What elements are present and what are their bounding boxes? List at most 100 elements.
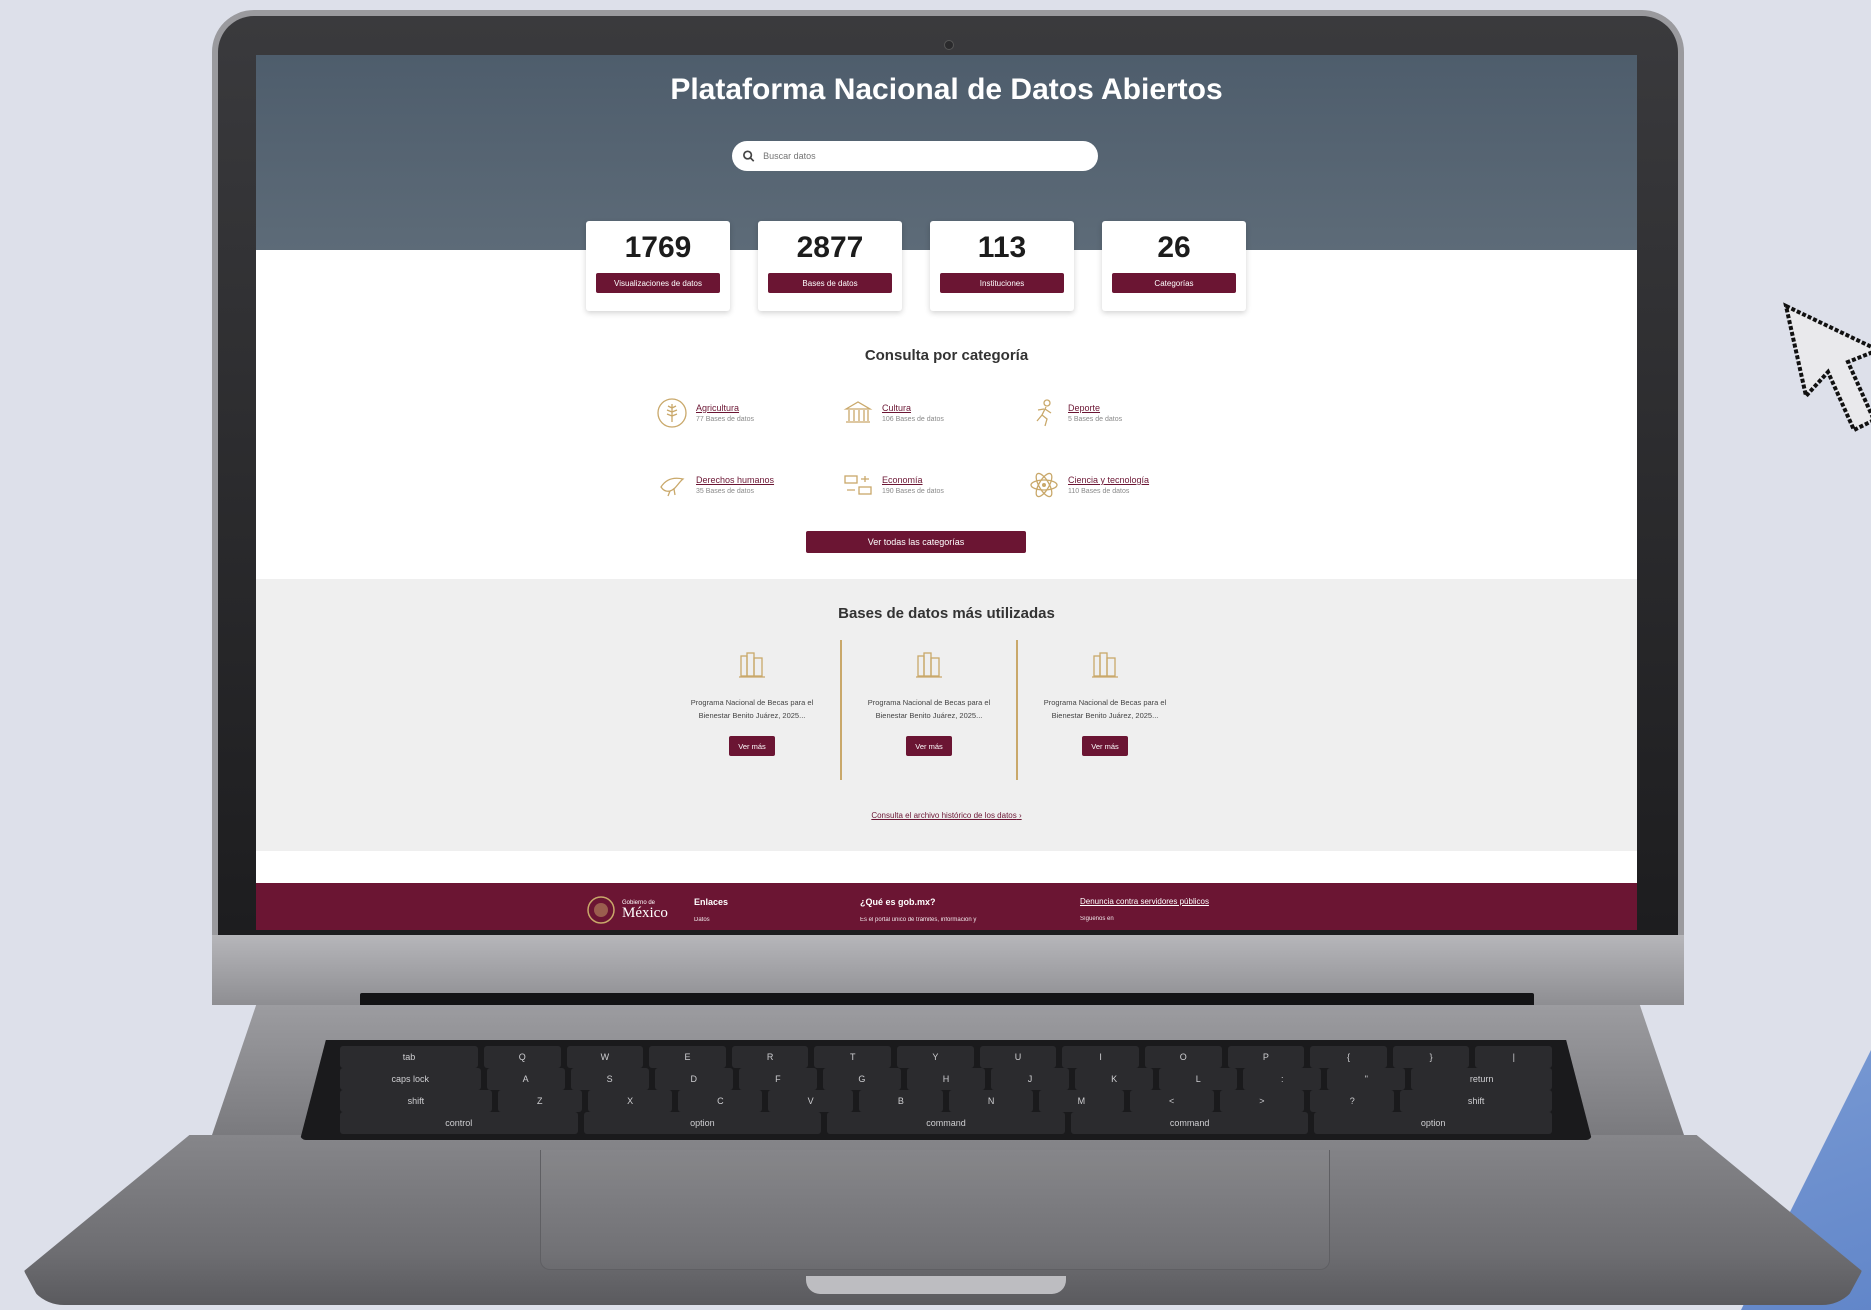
keyboard-row: control option command command option <box>340 1112 1552 1134</box>
keyboard-key: return <box>1411 1068 1552 1090</box>
keyboard-key: H <box>906 1068 986 1090</box>
keyboard-key: C <box>678 1090 763 1112</box>
category-count: 77 Bases de datos <box>696 416 754 423</box>
search-icon <box>743 150 755 162</box>
category-count: 106 Bases de datos <box>882 416 944 423</box>
keyboard-key: R <box>731 1046 809 1068</box>
category-name[interactable]: Ciencia y tecnología <box>1068 475 1149 485</box>
categories-title: Consulta por categoría <box>864 347 1029 364</box>
see-more-button[interactable]: Ver más <box>906 736 952 756</box>
mouse-pointer-icon <box>1783 302 1871 433</box>
keyboard-row: caps lock A S D F G H J K L: " return <box>340 1068 1552 1090</box>
keyboard-key: J <box>991 1068 1070 1090</box>
coat-of-arms-icon <box>587 896 615 924</box>
keyboard-row: tab Q W E R T Y U I O P{} | <box>340 1046 1553 1068</box>
keyboard-key: W <box>566 1046 644 1068</box>
stat-label: Bases de datos <box>768 273 892 293</box>
keyboard-key: option <box>1314 1112 1552 1134</box>
stat-value: 2877 <box>796 231 864 264</box>
category-item-cultura[interactable]: Cultura 106 Bases de datos <box>842 391 1028 435</box>
view-all-categories-button[interactable]: Ver todas las categorías <box>806 531 1026 553</box>
dataset-card: Programa Nacional de Becas para el Biene… <box>664 640 840 780</box>
stat-card-categories[interactable]: 26 Categorías <box>1102 221 1246 311</box>
keyboard-key: N <box>949 1090 1034 1112</box>
keyboard-key: < <box>1129 1090 1214 1112</box>
footer-links-column: Enlaces Datos <box>694 897 728 923</box>
category-count: 190 Bases de datos <box>882 488 944 495</box>
keyboard-key: B <box>858 1090 943 1112</box>
category-item-economia[interactable]: Economía 190 Bases de datos <box>842 463 1028 507</box>
denuncia-link[interactable]: Denuncia contra servidores públicos <box>1080 897 1209 906</box>
category-item-ciencia-y-tecnologia[interactable]: Ciencia y tecnología 110 Bases de datos <box>1028 463 1214 507</box>
stat-label: Instituciones <box>940 273 1064 293</box>
stat-card-databases[interactable]: 2877 Bases de datos <box>758 221 902 311</box>
dataset-title: Programa Nacional de Becas para el Biene… <box>690 698 814 720</box>
keyboard-key: caps lock <box>340 1068 481 1090</box>
category-count: 110 Bases de datos <box>1068 488 1130 495</box>
see-more-button[interactable]: Ver más <box>1082 736 1128 756</box>
page-title: Plataforma Nacional de Datos Abiertos <box>670 73 1223 106</box>
stat-value: 1769 <box>624 231 692 264</box>
footer: Gobierno de México Enlaces Datos ¿Qué es… <box>256 883 1637 930</box>
footer-text: Síguenos en <box>1080 916 1114 922</box>
keyboard-key: shift <box>1400 1090 1552 1112</box>
keyboard-key: control <box>340 1112 578 1134</box>
keyboard-key: } <box>1392 1046 1470 1068</box>
keyboard-key: option <box>583 1112 822 1134</box>
category-name[interactable]: Economía <box>882 475 944 485</box>
footer-link[interactable]: Datos <box>694 917 728 923</box>
dataset-title: Programa Nacional de Becas para el Biene… <box>867 698 991 720</box>
atom-icon <box>1030 472 1058 498</box>
search-bar[interactable] <box>732 141 1098 171</box>
category-name[interactable]: Agricultura <box>696 403 754 413</box>
keyboard-key: tab <box>340 1046 478 1068</box>
gobierno-logo[interactable]: Gobierno de México <box>586 895 668 925</box>
keyboard-key: command <box>1070 1112 1309 1134</box>
keyboard-key: F <box>738 1068 817 1090</box>
stat-card-institutions[interactable]: 113 Instituciones <box>930 221 1074 311</box>
keyboard-key: shift <box>340 1090 492 1112</box>
keyboard-key: Q <box>483 1046 561 1068</box>
books-icon <box>739 652 765 678</box>
category-item-deporte[interactable]: Deporte 5 Bases de datos <box>1028 391 1214 435</box>
dataset-card: Programa Nacional de Becas para el Biene… <box>1016 640 1192 780</box>
keyboard-key: U <box>979 1046 1057 1068</box>
dataset-title: Programa Nacional de Becas para el Biene… <box>1043 698 1167 720</box>
see-more-button[interactable]: Ver más <box>729 736 775 756</box>
category-name[interactable]: Derechos humanos <box>696 475 774 485</box>
archive-link-text: Consulta el archivo histórico de los dat… <box>871 811 1017 820</box>
stat-value: 113 <box>977 231 1027 264</box>
archive-link[interactable]: Consulta el archivo histórico de los dat… <box>256 811 1637 820</box>
keyboard-key: Y <box>897 1046 974 1068</box>
footer-about-column: ¿Qué es gob.mx? Es el portal único de tr… <box>860 897 976 923</box>
keyboard-key: D <box>654 1068 733 1090</box>
stat-card-visualizations[interactable]: 1769 Visualizaciones de datos <box>586 221 730 311</box>
keyboard-key: > <box>1219 1090 1305 1112</box>
category-name[interactable]: Cultura <box>882 403 944 413</box>
popular-datasets-title: Bases de datos más utilizadas <box>838 605 1055 622</box>
category-count: 35 Bases de datos <box>696 488 754 495</box>
trackpad <box>540 1150 1330 1270</box>
camera <box>944 40 954 50</box>
keyboard-key: G <box>822 1068 901 1090</box>
category-item-agricultura[interactable]: Agricultura 77 Bases de datos <box>656 391 842 435</box>
stats-row: 1769 Visualizaciones de datos 2877 Bases… <box>586 221 1246 311</box>
keyboard-key: T <box>814 1046 892 1068</box>
category-item-derechos-humanos[interactable]: Derechos humanos 35 Bases de datos <box>656 463 842 507</box>
footer-heading: Enlaces <box>694 897 729 907</box>
search-input[interactable] <box>763 151 1088 161</box>
wheat-icon <box>657 398 687 428</box>
chevron-right-icon: › <box>1018 811 1022 820</box>
footer-heading: ¿Qué es gob.mx? <box>860 897 936 907</box>
keyboard-key: P <box>1227 1046 1305 1068</box>
keyboard-row: shift Z X C V B N M < >? shift <box>340 1090 1552 1112</box>
books-icon <box>916 652 942 678</box>
books-icon <box>1092 652 1118 678</box>
category-grid: Agricultura 77 Bases de datos Cultura 10… <box>656 391 1216 507</box>
keyboard-key: command <box>827 1112 1065 1134</box>
footer-text: Es el portal único de trámites, informac… <box>860 917 977 923</box>
money-exchange-icon <box>844 475 872 495</box>
footer-report-column: Denuncia contra servidores públicos Sígu… <box>1080 897 1209 922</box>
browser-viewport: Plataforma Nacional de Datos Abiertos 17… <box>256 55 1637 930</box>
category-name[interactable]: Deporte <box>1068 403 1122 413</box>
